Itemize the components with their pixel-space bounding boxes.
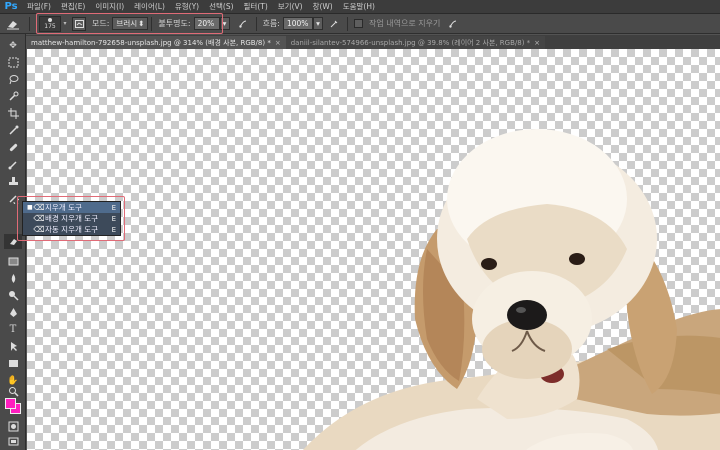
close-icon[interactable]: × — [534, 39, 540, 47]
menu-type[interactable]: 유형(Y) — [170, 1, 204, 12]
tab-document-1[interactable]: matthew-hamilton-792658-unsplash.jpg @ 3… — [26, 36, 286, 49]
healing-brush-tool-icon[interactable] — [4, 140, 22, 155]
clone-stamp-tool-icon[interactable] — [4, 174, 22, 189]
tools-panel: ✥ T ✋ — [0, 34, 26, 450]
quick-mask-icon[interactable] — [4, 419, 22, 434]
pressure-opacity-icon[interactable] — [236, 17, 250, 31]
type-tool-icon[interactable]: T — [4, 322, 22, 337]
flow-label: 흐름: — [262, 19, 280, 28]
flow-dropdown-icon[interactable]: ▾ — [312, 17, 323, 30]
marquee-tool-icon[interactable] — [4, 55, 22, 70]
eyedropper-tool-icon[interactable] — [4, 123, 22, 138]
document-tab-bar: matthew-hamilton-792658-unsplash.jpg @ 3… — [26, 35, 720, 49]
separator — [29, 16, 30, 31]
tab-label: daniil-silantev-574966-unsplash.jpg @ 39… — [290, 38, 531, 47]
options-highlight-box — [36, 13, 223, 34]
screen-mode-icon[interactable] — [4, 434, 22, 449]
menu-filter[interactable]: 필터(T) — [239, 1, 273, 12]
foreground-color-swatch[interactable] — [5, 398, 16, 409]
erase-to-history-label: 작업 내역으로 지우기 — [368, 19, 441, 28]
move-tool-icon[interactable]: ✥ — [4, 38, 22, 53]
gradient-tool-icon[interactable] — [4, 254, 22, 269]
tab-document-2[interactable]: daniil-silantev-574966-unsplash.jpg @ 39… — [285, 36, 546, 49]
erase-to-history-checkbox[interactable] — [353, 19, 363, 28]
menu-edit[interactable]: 편집(E) — [56, 1, 90, 12]
lasso-tool-icon[interactable] — [4, 72, 22, 87]
menu-select[interactable]: 선택(S) — [204, 1, 238, 12]
menu-window[interactable]: 창(W) — [308, 1, 338, 12]
rectangle-tool-icon[interactable] — [4, 356, 22, 371]
dodge-tool-icon[interactable] — [4, 288, 22, 303]
menu-help[interactable]: 도움말(H) — [338, 1, 380, 12]
menu-bar: Ps 파일(F) 편집(E) 이미지(I) 레이어(L) 유형(Y) 선택(S)… — [0, 0, 720, 14]
menu-layer[interactable]: 레이어(L) — [129, 1, 170, 12]
pen-tool-icon[interactable] — [4, 305, 22, 320]
quick-selection-tool-icon[interactable] — [4, 89, 22, 104]
eraser-icon[interactable] — [0, 14, 26, 34]
zoom-tool-icon[interactable] — [4, 386, 22, 397]
menu-file[interactable]: 파일(F) — [22, 1, 56, 12]
menu-view[interactable]: 보기(V) — [273, 1, 308, 12]
path-selection-tool-icon[interactable] — [4, 339, 22, 354]
separator — [255, 16, 257, 31]
flyout-highlight-box — [17, 196, 125, 241]
crop-tool-icon[interactable] — [4, 106, 22, 121]
menu-image[interactable]: 이미지(I) — [90, 1, 129, 12]
flow-input[interactable]: 100% — [282, 17, 313, 30]
blur-tool-icon[interactable] — [4, 271, 22, 286]
dog-photo — [302, 129, 720, 450]
photoshop-logo: Ps — [4, 1, 18, 12]
close-icon[interactable]: × — [275, 39, 281, 47]
airbrush-icon[interactable] — [327, 17, 341, 31]
document-canvas[interactable] — [27, 49, 720, 450]
separator — [346, 16, 348, 31]
brush-tool-icon[interactable] — [4, 157, 22, 172]
tab-label: matthew-hamilton-792658-unsplash.jpg @ 3… — [31, 38, 271, 47]
pressure-size-icon[interactable] — [446, 17, 460, 31]
